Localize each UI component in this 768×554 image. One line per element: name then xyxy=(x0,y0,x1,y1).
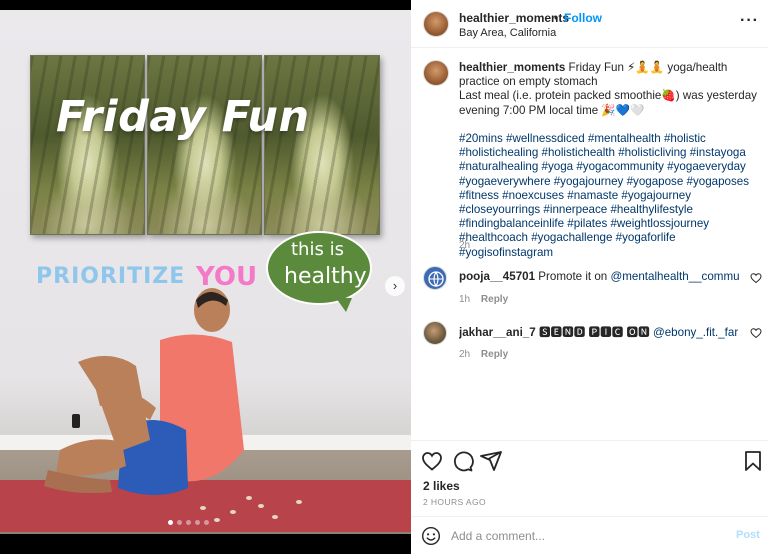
reply-button[interactable]: Reply xyxy=(481,349,508,360)
username-link[interactable]: healthier_moments xyxy=(459,11,569,25)
caption-hashtags[interactable]: #20mins #wellnessdiced #mentalhealth #ho… xyxy=(459,132,749,259)
comment-body: 🆂🅴🅽🅳 🅿🅸🅲 🅾🅽 xyxy=(538,326,653,339)
comment-meta: 2h Reply xyxy=(459,349,508,360)
caption-line2: Last meal (i.e. protein packed smoothie🍓… xyxy=(459,89,757,117)
comment-meta: 1h Reply xyxy=(459,294,508,305)
reply-button[interactable]: Reply xyxy=(481,294,508,305)
speech-bubble-line1: this is xyxy=(291,239,344,260)
comment-timestamp: 1h xyxy=(459,294,471,305)
comment-mention[interactable]: @ebony_.fit._farm xyxy=(653,326,739,339)
share-icon[interactable] xyxy=(479,449,503,473)
speech-bubble-tail xyxy=(336,298,352,312)
carousel-dot xyxy=(168,520,173,525)
separator-dot: • xyxy=(554,11,559,25)
speech-bubble-line2: healthy xyxy=(284,264,367,289)
comment-icon[interactable] xyxy=(450,449,474,473)
carousel-dot xyxy=(204,520,209,525)
comment-body: Promote it on xyxy=(538,270,611,283)
next-slide-button[interactable]: › xyxy=(385,276,405,296)
carousel-dot xyxy=(177,520,182,525)
comment-text: pooja__45701 Promote it on @mentalhealth… xyxy=(459,269,739,283)
post-caption: healthier_moments Friday Fun ⚡🧘🧘 yoga/he… xyxy=(459,61,759,260)
post-header: healthier_moments • Follow Bay Area, Cal… xyxy=(411,0,768,48)
post-media: Friday Fun PRIORITIZE YOU this is health… xyxy=(0,0,411,554)
carousel-indicator xyxy=(168,520,209,528)
carousel-dot xyxy=(195,520,200,525)
bookmark-icon[interactable] xyxy=(741,449,765,473)
add-comment-bar: Post xyxy=(411,516,768,554)
overlay-prioritize: PRIORITIZE xyxy=(36,264,186,289)
more-options-icon[interactable]: ··· xyxy=(740,12,759,30)
caption-username[interactable]: healthier_moments xyxy=(459,61,565,74)
comment-input[interactable] xyxy=(451,526,721,546)
post-details: healthier_moments • Follow Bay Area, Cal… xyxy=(411,0,768,554)
overlay-you: YOU xyxy=(196,262,258,292)
avatar[interactable] xyxy=(423,11,449,37)
post-comment-button[interactable]: Post xyxy=(736,529,760,541)
comments-section: healthier_moments Friday Fun ⚡🧘🧘 yoga/he… xyxy=(411,48,768,440)
comment-item: jakhar__ani_7 🆂🅴🅽🅳 🅿🅸🅲 🅾🅽 @ebony_.fit._f… xyxy=(411,321,768,381)
overlay-title: Friday Fun xyxy=(56,92,310,142)
emoji-icon[interactable] xyxy=(421,526,441,546)
commenter-avatar[interactable] xyxy=(423,321,447,345)
follow-button[interactable]: Follow xyxy=(564,11,602,25)
location-link[interactable]: Bay Area, California xyxy=(459,27,556,39)
comment-text: jakhar__ani_7 🆂🅴🅽🅳 🅿🅸🅲 🅾🅽 @ebony_.fit._f… xyxy=(459,324,739,340)
like-count[interactable]: 2 likes xyxy=(423,479,460,493)
heart-icon[interactable] xyxy=(420,449,444,473)
heart-icon[interactable] xyxy=(750,272,762,284)
heart-icon[interactable] xyxy=(750,327,762,339)
commenter-username[interactable]: pooja__45701 xyxy=(459,270,535,283)
post-photo: Friday Fun PRIORITIZE YOU this is health… xyxy=(0,10,411,534)
comment-mention[interactable]: @mentalhealth__community💫 xyxy=(610,270,739,283)
post-timestamp: 2 HOURS AGO xyxy=(423,497,486,507)
carousel-dot xyxy=(186,520,191,525)
post-actions: 2 likes 2 HOURS AGO xyxy=(411,440,768,516)
globe-icon xyxy=(428,271,444,288)
comment-item: pooja__45701 Promote it on @mentalhealth… xyxy=(411,266,768,326)
caption-avatar[interactable] xyxy=(423,60,449,86)
commenter-avatar[interactable] xyxy=(423,266,447,290)
comment-timestamp: 2h xyxy=(459,349,471,360)
commenter-username[interactable]: jakhar__ani_7 xyxy=(459,326,536,339)
caption-timestamp: 2h xyxy=(459,240,471,251)
